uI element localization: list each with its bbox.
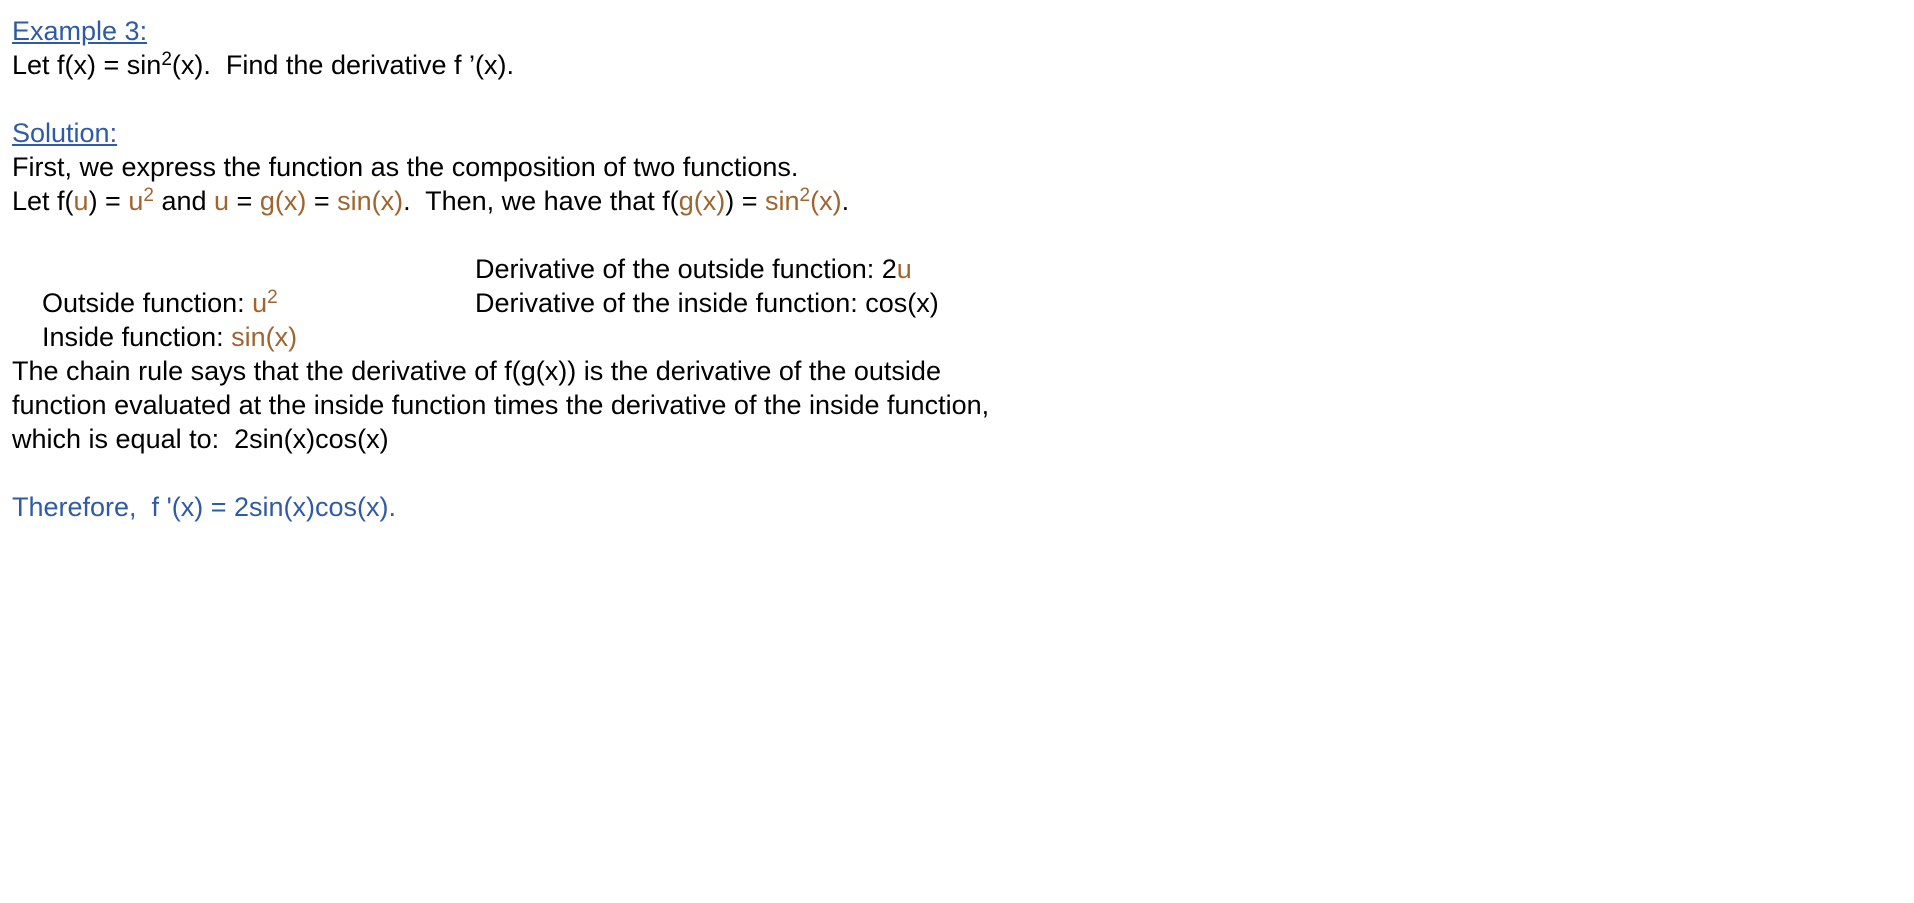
inside-function-value: sin(x) bbox=[231, 322, 298, 352]
comp-gx: g(x) bbox=[259, 186, 307, 216]
chain-rule-line-1: The chain rule says that the derivative … bbox=[12, 356, 941, 386]
outside-derivative-label: Derivative of the outside function: 2 bbox=[475, 254, 897, 284]
problem-text-1: Let f(x) = sin bbox=[12, 50, 162, 80]
comp-sin-a: sin bbox=[765, 186, 800, 216]
comp-u-1: u bbox=[73, 186, 89, 216]
comp-u-3: u bbox=[214, 186, 230, 216]
problem-statement: Let f(x) = sin2(x). Find the derivative … bbox=[12, 48, 1892, 82]
example-heading: Example 3: bbox=[12, 16, 148, 46]
comp-text-b: ) = bbox=[88, 186, 129, 216]
inside-derivative: Derivative of the inside function: cos(x… bbox=[475, 288, 939, 318]
comp-text-e: = bbox=[306, 186, 338, 216]
comp-text-f: . Then, we have that f( bbox=[403, 186, 679, 216]
comp-u-2: u bbox=[128, 186, 144, 216]
problem-text-2: (x). Find the derivative f ’(x). bbox=[171, 50, 514, 80]
comp-gx-2: g(x) bbox=[678, 186, 726, 216]
inside-function-label: Inside function: bbox=[42, 322, 232, 352]
comp-text-g: ) = bbox=[725, 186, 766, 216]
chain-rule-line-2: function evaluated at the inside functio… bbox=[12, 390, 990, 420]
problem-exponent: 2 bbox=[161, 49, 172, 70]
composition-line: Let f(u) = u2 and u = g(x) = sin(x). The… bbox=[12, 184, 1892, 218]
outside-function-row: Outside function: u2 Derivative of the o… bbox=[12, 252, 1892, 318]
comp-exponent-1: 2 bbox=[143, 185, 154, 206]
comp-text-h: . bbox=[841, 186, 850, 216]
outside-derivative-u: u bbox=[896, 254, 912, 284]
comp-sinx: sin(x) bbox=[337, 186, 404, 216]
comp-text-d: = bbox=[229, 186, 260, 216]
conclusion: Therefore, f '(x) = 2sin(x)cos(x). bbox=[12, 492, 396, 522]
solution-heading: Solution: bbox=[12, 118, 118, 148]
document-body: Example 3: Let f(x) = sin2(x). Find the … bbox=[12, 14, 1892, 524]
chain-rule-line-3: which is equal to: 2sin(x)cos(x) bbox=[12, 424, 389, 454]
comp-text-c: and bbox=[153, 186, 214, 216]
comp-text-a: Let f( bbox=[12, 186, 74, 216]
comp-exponent-2: 2 bbox=[799, 185, 811, 206]
inside-function-row: Inside function: sin(x) Derivative of th… bbox=[12, 286, 1892, 352]
outside-derivative: Derivative of the outside function: 2u bbox=[475, 252, 912, 286]
comp-sin-b: (x) bbox=[810, 186, 842, 216]
solution-intro: First, we express the function as the co… bbox=[12, 152, 799, 182]
